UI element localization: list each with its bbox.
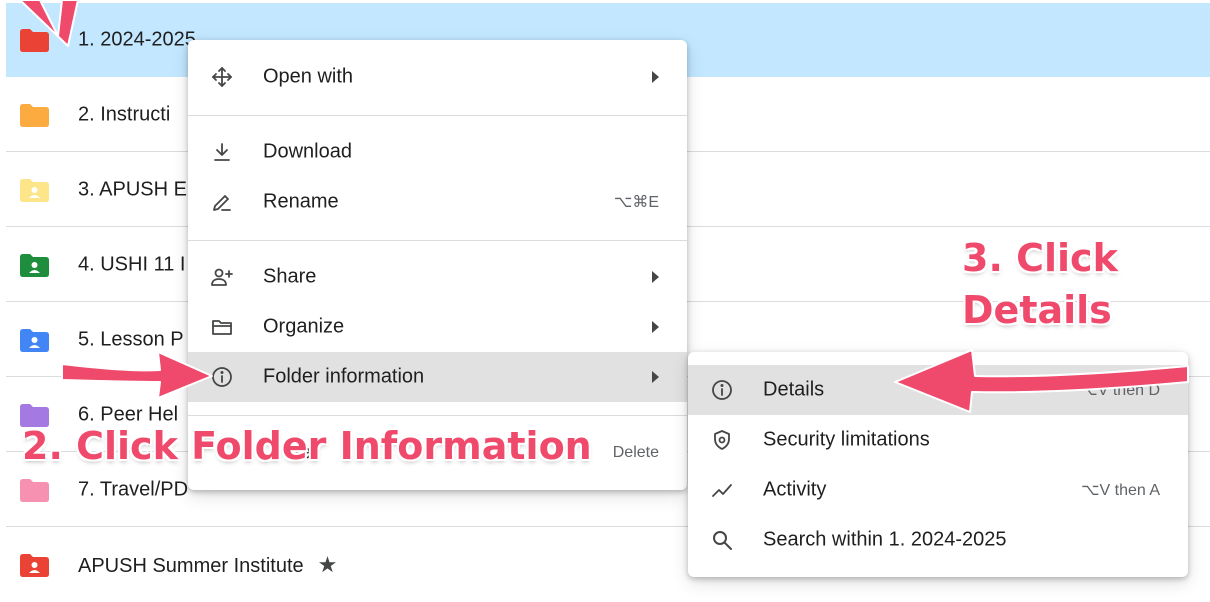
shared-folder-icon — [18, 553, 50, 577]
menu-item-share[interactable]: Share — [188, 252, 687, 302]
menu-divider — [188, 115, 687, 116]
menu-label: Organize — [263, 315, 345, 338]
chevron-right-icon — [652, 321, 659, 333]
search-icon — [710, 528, 734, 552]
folder-icon — [18, 478, 50, 502]
file-name: 1. 2024-2025 — [78, 28, 196, 51]
person-add-icon — [210, 265, 234, 289]
shortcut-label: ⌥⌘E — [613, 194, 659, 211]
file-name: 3. APUSH E — [78, 178, 187, 200]
shortcut-label: Delete — [612, 444, 659, 461]
menu-divider — [188, 240, 687, 241]
shortcut-label: ⌥V then A — [1081, 482, 1160, 499]
download-icon — [210, 140, 234, 164]
move-arrows-icon — [210, 65, 234, 89]
menu-label: Folder information — [263, 365, 425, 388]
submenu-item-details[interactable]: Details ⌥V then D — [688, 365, 1188, 415]
menu-divider — [188, 415, 687, 416]
submenu-label: Security limitations — [763, 428, 930, 451]
pencil-icon — [210, 190, 234, 214]
shared-folder-icon — [18, 178, 50, 202]
menu-item-organize[interactable]: Organize — [188, 302, 687, 352]
shared-folder-icon — [18, 253, 50, 277]
menu-item-open-with[interactable]: Open with — [188, 52, 687, 102]
menu-label: Open with — [263, 65, 354, 88]
shortcut-label: ⌥V then D — [1079, 382, 1160, 399]
folder-icon — [18, 403, 50, 427]
annotation-step3-line1: 3. Click — [962, 236, 1118, 280]
submenu-item-security[interactable]: Security limitations — [688, 415, 1188, 465]
file-name-text: APUSH Summer Institute — [78, 555, 304, 577]
submenu-item-search-within[interactable]: Search within 1. 2024-2025 — [688, 515, 1188, 565]
folder-information-submenu: Details ⌥V then D Security limitations A… — [688, 352, 1188, 577]
file-name: 4. USHI 11 I — [78, 253, 186, 275]
file-name: 6. Peer Hel — [78, 403, 179, 425]
info-icon — [710, 378, 734, 402]
file-name: 5. Lesson P — [78, 328, 184, 350]
menu-label: Download — [263, 140, 352, 163]
menu-label: Share — [263, 265, 317, 288]
file-name: APUSH Summer Institute ★ — [78, 552, 337, 578]
submenu-item-activity[interactable]: Activity ⌥V then A — [688, 465, 1188, 515]
context-menu: Open with Download Rename ⌥⌘E Share Orga… — [188, 40, 687, 490]
chevron-right-icon — [652, 271, 659, 283]
info-icon — [210, 365, 234, 389]
submenu-label: Search within 1. 2024-2025 — [763, 528, 1007, 551]
menu-item-folder-information[interactable]: Folder information — [188, 352, 687, 402]
menu-label: Rename — [263, 190, 339, 213]
shield-icon — [710, 428, 734, 452]
submenu-label: Details — [763, 378, 825, 401]
menu-item-rename[interactable]: Rename ⌥⌘E — [188, 177, 687, 227]
annotation-step2: 2. Click Folder Information — [22, 424, 592, 468]
chevron-right-icon — [652, 371, 659, 383]
trending-icon — [710, 478, 734, 502]
folder-icon — [18, 103, 50, 127]
menu-item-download[interactable]: Download — [188, 127, 687, 177]
submenu-label: Activity — [763, 478, 827, 501]
folder-icon — [18, 28, 50, 52]
chevron-right-icon — [652, 71, 659, 83]
folder-open-icon — [210, 315, 234, 339]
file-name: 7. Travel/PD — [78, 478, 189, 500]
annotation-step3-line2: Details — [962, 288, 1112, 332]
file-name: 2. Instructi — [78, 103, 171, 125]
shared-folder-icon — [18, 328, 50, 352]
star-icon[interactable]: ★ — [318, 552, 338, 577]
